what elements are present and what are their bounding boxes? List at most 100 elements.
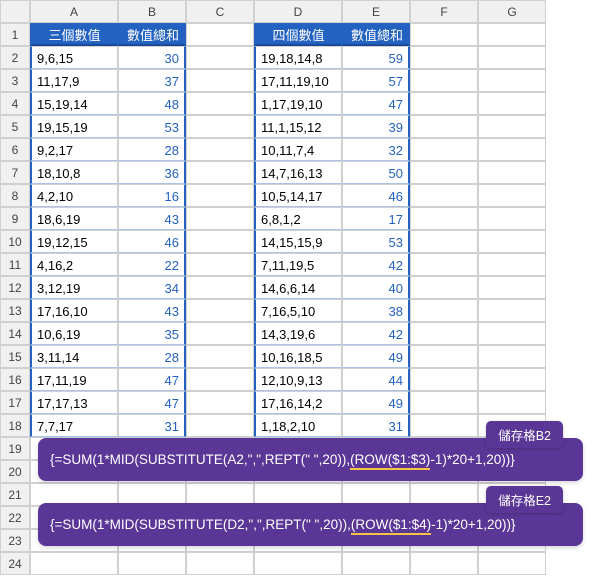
cell-F11[interactable] [410,253,478,276]
cell-G12[interactable] [478,276,546,299]
row-header-15[interactable]: 15 [0,345,30,368]
cell-B17[interactable]: 47 [118,391,186,414]
cell-E2[interactable]: 59 [342,46,410,69]
row-header-4[interactable]: 4 [0,92,30,115]
cell-D18[interactable]: 1,18,2,10 [254,414,342,437]
cell-B7[interactable]: 36 [118,161,186,184]
cell-E7[interactable]: 50 [342,161,410,184]
cell-D8[interactable]: 10,5,14,17 [254,184,342,207]
cell-C16[interactable] [186,368,254,391]
row-header-21[interactable]: 21 [0,483,30,506]
cell-D6[interactable]: 10,11,7,4 [254,138,342,161]
cell-F9[interactable] [410,207,478,230]
cell-E13[interactable]: 38 [342,299,410,322]
cell-F6[interactable] [410,138,478,161]
row-header-19[interactable]: 19 [0,437,30,460]
cell-F14[interactable] [410,322,478,345]
cell-E18[interactable]: 31 [342,414,410,437]
cell-A13[interactable]: 17,16,10 [30,299,118,322]
cell-G7[interactable] [478,161,546,184]
cell-C15[interactable] [186,345,254,368]
cell-C3[interactable] [186,69,254,92]
cell-F12[interactable] [410,276,478,299]
cell-E17[interactable]: 49 [342,391,410,414]
row-header-17[interactable]: 17 [0,391,30,414]
cell-D14[interactable]: 14,3,19,6 [254,322,342,345]
cell-C8[interactable] [186,184,254,207]
cell-G3[interactable] [478,69,546,92]
cell-E4[interactable]: 47 [342,92,410,115]
cell-D4[interactable]: 1,17,19,10 [254,92,342,115]
cell-B10[interactable]: 46 [118,230,186,253]
cell-A11[interactable]: 4,16,2 [30,253,118,276]
cell-D5[interactable]: 11,1,15,12 [254,115,342,138]
cell-A2[interactable]: 9,6,15 [30,46,118,69]
cell-D10[interactable]: 14,15,15,9 [254,230,342,253]
cell-C13[interactable] [186,299,254,322]
cell-B13[interactable]: 43 [118,299,186,322]
cell-D15[interactable]: 10,16,18,5 [254,345,342,368]
cell-F17[interactable] [410,391,478,414]
cell-G4[interactable] [478,92,546,115]
cell-F18[interactable] [410,414,478,437]
cell-B8[interactable]: 16 [118,184,186,207]
cell-G2[interactable] [478,46,546,69]
row-header-20[interactable]: 20 [0,460,30,483]
row-header-16[interactable]: 16 [0,368,30,391]
cell-G13[interactable] [478,299,546,322]
cell-E16[interactable]: 44 [342,368,410,391]
cell-C12[interactable] [186,276,254,299]
cell-F2[interactable] [410,46,478,69]
cell-C14[interactable] [186,322,254,345]
cell-G8[interactable] [478,184,546,207]
row-header-6[interactable]: 6 [0,138,30,161]
cell-D2[interactable]: 19,18,14,8 [254,46,342,69]
cell-E14[interactable]: 42 [342,322,410,345]
cell-C2[interactable] [186,46,254,69]
cell-D3[interactable]: 17,11,19,10 [254,69,342,92]
cell-A1[interactable]: 三個數值 [30,23,118,46]
cell-F5[interactable] [410,115,478,138]
cell-D9[interactable]: 6,8,1,2 [254,207,342,230]
row-header-5[interactable]: 5 [0,115,30,138]
row-header-11[interactable]: 11 [0,253,30,276]
cell-G14[interactable] [478,322,546,345]
cell-F13[interactable] [410,299,478,322]
cell-A12[interactable]: 3,12,19 [30,276,118,299]
cell-B1[interactable]: 數值總和 [118,23,186,46]
row-header-3[interactable]: 3 [0,69,30,92]
cell-A7[interactable]: 18,10,8 [30,161,118,184]
cell-E3[interactable]: 57 [342,69,410,92]
cell-C10[interactable] [186,230,254,253]
cell-B14[interactable]: 35 [118,322,186,345]
cell-B16[interactable]: 47 [118,368,186,391]
col-header-E[interactable]: E [342,0,410,23]
cell-E6[interactable]: 32 [342,138,410,161]
col-header-D[interactable]: D [254,0,342,23]
cell-C18[interactable] [186,414,254,437]
row-header-14[interactable]: 14 [0,322,30,345]
corner-cell[interactable] [0,0,30,23]
cell-D1[interactable]: 四個數值 [254,23,342,46]
row-header-12[interactable]: 12 [0,276,30,299]
cell-G11[interactable] [478,253,546,276]
cell-F15[interactable] [410,345,478,368]
cell-D11[interactable]: 7,11,19,5 [254,253,342,276]
cell-G1[interactable] [478,23,546,46]
cell-E11[interactable]: 42 [342,253,410,276]
cell-F10[interactable] [410,230,478,253]
cell-G16[interactable] [478,368,546,391]
cell-B5[interactable]: 53 [118,115,186,138]
cell-D7[interactable]: 14,7,16,13 [254,161,342,184]
col-header-F[interactable]: F [410,0,478,23]
row-header-24[interactable]: 24 [0,552,30,575]
cell-F3[interactable] [410,69,478,92]
cell-G17[interactable] [478,391,546,414]
cell-A18[interactable]: 7,7,17 [30,414,118,437]
cell-D12[interactable]: 14,6,6,14 [254,276,342,299]
row-header-18[interactable]: 18 [0,414,30,437]
cell-A8[interactable]: 4,2,10 [30,184,118,207]
cell-A3[interactable]: 11,17,9 [30,69,118,92]
cell-F16[interactable] [410,368,478,391]
cell-A5[interactable]: 19,15,19 [30,115,118,138]
